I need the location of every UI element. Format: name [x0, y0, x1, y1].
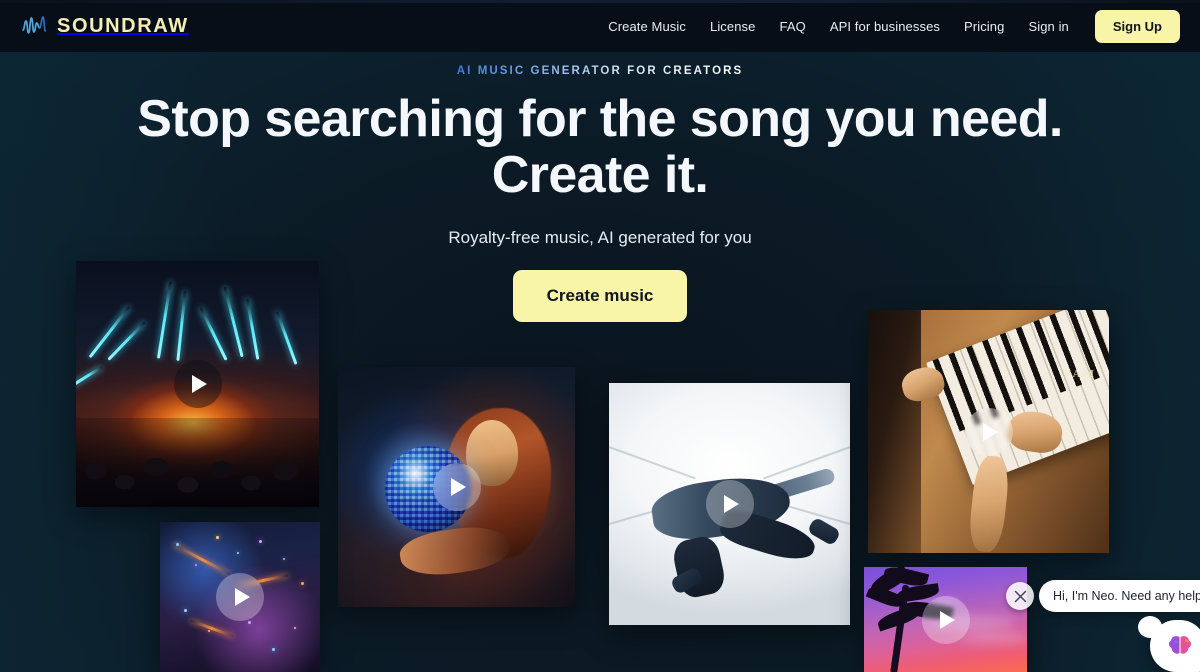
brand-logo[interactable]: SOUNDRAW [22, 15, 189, 37]
video-card-city[interactable] [160, 522, 320, 672]
chat-greeting-bubble[interactable]: Hi, I'm Neo. Need any help? [1039, 580, 1200, 612]
piano-brand-text: YAM [1062, 368, 1097, 381]
nav-sign-in[interactable]: Sign in [1028, 19, 1068, 34]
brain-icon [1166, 634, 1194, 658]
hero-section: AI MUSIC GENERATOR FOR CREATORS Stop sea… [0, 52, 1200, 323]
page-title: Stop searching for the song you need. Cr… [0, 91, 1200, 203]
chat-close-button[interactable] [1006, 582, 1034, 610]
chat-launcher-button[interactable] [1138, 616, 1200, 672]
play-icon[interactable] [432, 463, 481, 511]
nav-api-for-businesses[interactable]: API for businesses [830, 19, 940, 34]
video-card-disco[interactable] [338, 367, 575, 607]
primary-navigation: Create Music License FAQ API for busines… [608, 9, 1180, 43]
soundraw-landing-page: SOUNDRAW Create Music License FAQ API fo… [0, 0, 1200, 672]
sign-up-button[interactable]: Sign Up [1094, 9, 1180, 43]
headline-line-1: Stop searching for the song you need. [137, 90, 1063, 148]
nav-pricing[interactable]: Pricing [964, 19, 1004, 34]
nav-license[interactable]: License [710, 19, 756, 34]
play-icon[interactable] [216, 573, 264, 621]
video-card-piano[interactable]: YAM [868, 310, 1109, 553]
hero-cta-wrapper: Create music [0, 270, 1200, 323]
hero-eyebrow: AI MUSIC GENERATOR FOR CREATORS [456, 65, 744, 77]
create-music-button[interactable]: Create music [512, 270, 688, 323]
waveform-icon [22, 15, 52, 37]
video-card-dancer[interactable] [609, 383, 850, 625]
video-card-sunset[interactable] [864, 567, 1027, 672]
nav-faq[interactable]: FAQ [780, 19, 806, 34]
play-icon[interactable] [964, 407, 1013, 456]
brand-name: SOUNDRAW [57, 15, 189, 37]
play-icon[interactable] [921, 595, 970, 644]
nav-create-music[interactable]: Create Music [608, 19, 686, 34]
hero-subhead: Royalty-free music, AI generated for you [448, 228, 752, 248]
play-icon[interactable] [173, 360, 222, 408]
headline-line-2: Create it. [491, 146, 709, 205]
play-icon[interactable] [705, 480, 754, 528]
close-icon [1014, 590, 1026, 602]
site-header: SOUNDRAW Create Music License FAQ API fo… [0, 0, 1200, 52]
